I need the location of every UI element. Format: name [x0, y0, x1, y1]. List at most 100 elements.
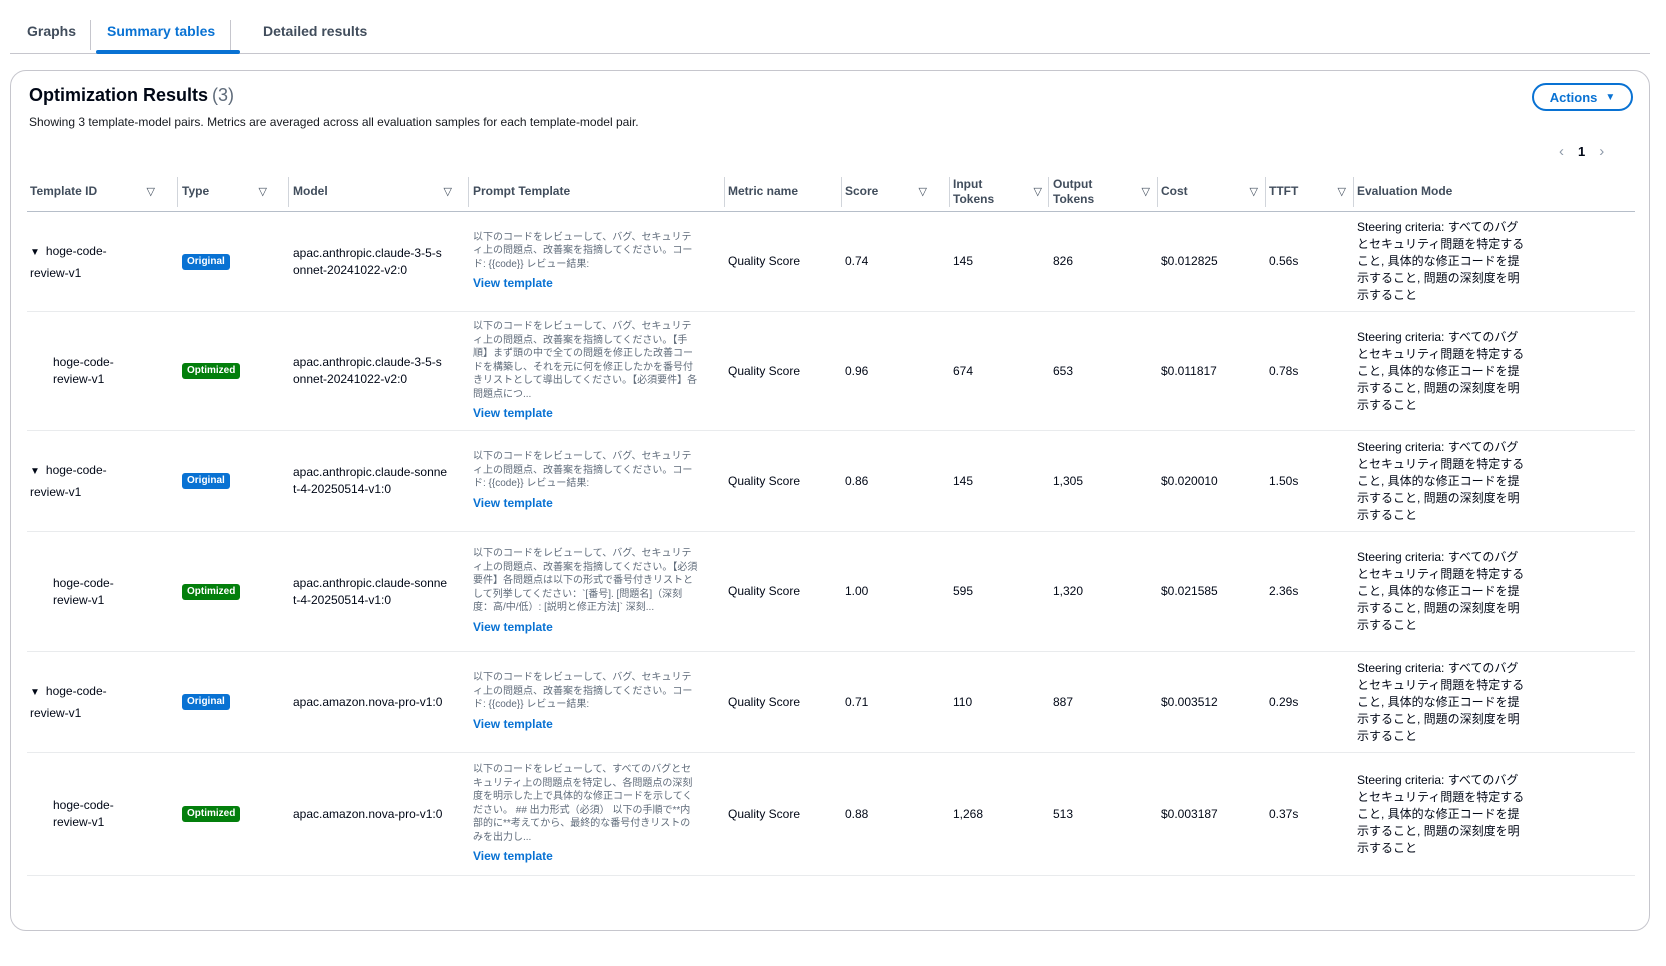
column-header-label: Model — [293, 184, 328, 198]
tab-graphs[interactable]: Graphs — [27, 14, 76, 54]
column-header-label: TTFT — [1269, 184, 1299, 198]
chevron-right-icon[interactable]: › — [1599, 143, 1604, 160]
prompt-preview: 以下のコードをレビューして、バグ、セキュリティ上の問題点、改善案を指摘してくださ… — [473, 231, 693, 270]
cell-prompt-template: 以下のコードをレビューして、バグ、セキュリティ上の問題点、改善案を指摘してくださ… — [473, 212, 713, 311]
caret-down-icon[interactable]: ▼ — [30, 687, 40, 698]
cell-input-tokens: 1,268 — [953, 806, 984, 821]
cell-evaluation-mode: Steering criteria: すべてのバグとセキュリティ問題を特定するこ… — [1357, 532, 1537, 651]
model-name: apac.amazon.nova-pro-v1:0 — [293, 694, 443, 709]
column-header-ttft[interactable]: TTFT ▽ — [1266, 171, 1354, 212]
template-id-text: hoge-code-review-v1 — [30, 243, 107, 280]
cell-prompt-template: 以下のコードをレビューして、バグ、セキュリティ上の問題点、改善案を指摘してくださ… — [473, 532, 713, 651]
column-header-template-id[interactable]: Template ID ▽ — [27, 171, 163, 212]
column-header-output-tokens[interactable]: Output Tokens ▽ — [1050, 171, 1158, 212]
sort-icon[interactable]: ▽ — [1250, 185, 1258, 200]
cell-output-tokens: 887 — [1053, 694, 1074, 709]
chevron-left-icon[interactable]: ‹ — [1559, 143, 1564, 160]
template-id-text: hoge-code-review-v1 — [30, 463, 107, 499]
cell-template-id: ▼ hoge-code-review-v1 — [27, 652, 163, 752]
view-template-link[interactable]: View template — [473, 495, 553, 512]
caret-down-icon[interactable]: ▼ — [30, 466, 40, 477]
cell-type: Original — [182, 652, 278, 752]
model-name: apac.anthropic.claude-3-5-sonnet-2024102… — [293, 245, 442, 277]
cell-score: 0.74 — [845, 254, 869, 268]
cell-ttft: 1.50s — [1269, 473, 1299, 488]
column-header-label: Type — [182, 184, 210, 198]
prompt-preview: 以下のコードをレビューして、すべてのバグとセキュリティ上の問題点を特定し、各問題… — [473, 764, 693, 843]
tab-divider — [230, 20, 231, 50]
cell-evaluation-mode: Steering criteria: すべてのバグとセキュリティ問題を特定するこ… — [1357, 312, 1537, 430]
template-id-text: hoge-code-review-v1 — [53, 798, 114, 829]
cell-template-id: hoge-code-review-v1 — [27, 312, 163, 430]
tab-divider — [90, 20, 91, 50]
actions-button[interactable]: Actions ▼ — [1532, 83, 1633, 111]
sort-icon[interactable]: ▽ — [1338, 185, 1346, 200]
model-name: apac.anthropic.claude-3-5-sonnet-2024102… — [293, 355, 442, 386]
table-row: ▼ hoge-code-review-v1 Original apac.amazon.… — [27, 652, 1635, 753]
view-template-link[interactable]: View template — [473, 848, 553, 865]
sort-icon[interactable]: ▽ — [919, 185, 927, 200]
type-badge: Original — [182, 694, 230, 710]
sort-icon[interactable]: ▽ — [259, 185, 267, 200]
evaluation-mode-text: Steering criteria: すべてのバグとセキュリティ問題を特定するこ… — [1357, 772, 1525, 855]
column-header-type[interactable]: Type ▽ — [179, 171, 275, 212]
column-divider — [288, 177, 289, 207]
cell-ttft: 2.36s — [1269, 584, 1299, 598]
view-template-link[interactable]: View template — [473, 619, 553, 636]
cell-input-tokens: 674 — [953, 363, 974, 378]
cell-ttft: 0.29s — [1269, 694, 1299, 709]
actions-label: Actions — [1549, 89, 1598, 105]
cell-ttft: 0.78s — [1269, 363, 1299, 378]
model-name: apac.amazon.nova-pro-v1:0 — [293, 806, 443, 821]
cell-model: apac.anthropic.claude-3-5-sonnet-2024102… — [293, 212, 453, 311]
column-header-score[interactable]: Score ▽ — [842, 171, 935, 212]
cell-cost: $0.021585 — [1161, 584, 1218, 598]
column-header-input-tokens[interactable]: Input Tokens ▽ — [950, 171, 1050, 212]
header-description: Showing 3 template-model pairs. Metrics … — [29, 115, 639, 129]
tab-detailed-results[interactable]: Detailed results — [263, 14, 367, 54]
column-divider — [841, 177, 842, 207]
column-header-prompt-template: Prompt Template — [470, 171, 722, 212]
cell-score: 0.86 — [845, 473, 869, 488]
active-tab-indicator — [96, 50, 240, 54]
caret-down-icon[interactable]: ▼ — [30, 247, 40, 258]
page-title: Optimization Results (3) — [29, 85, 234, 106]
column-header-cost[interactable]: Cost ▽ — [1158, 171, 1266, 212]
page-number[interactable]: 1 — [1578, 144, 1585, 159]
cell-input-tokens: 595 — [953, 584, 974, 598]
sort-icon[interactable]: ▽ — [147, 185, 155, 200]
cell-type: Optimized — [182, 532, 278, 651]
cell-metric-name: Quality Score — [728, 806, 801, 821]
cell-ttft: 0.37s — [1269, 806, 1299, 821]
view-template-link[interactable]: View template — [473, 405, 553, 422]
view-template-link[interactable]: View template — [473, 275, 553, 292]
results-container: Optimization Results (3) Showing 3 templa… — [10, 70, 1650, 931]
sort-icon[interactable]: ▽ — [444, 185, 452, 200]
cell-input-tokens: 110 — [953, 694, 973, 709]
cell-output-tokens: 513 — [1053, 806, 1074, 821]
model-name: apac.anthropic.claude-sonnet-4-20250514-… — [293, 575, 448, 607]
column-header-label: Input Tokens — [953, 176, 995, 206]
column-header-model[interactable]: Model ▽ — [290, 171, 460, 212]
cell-model: apac.amazon.nova-pro-v1:0 — [293, 652, 453, 752]
cell-template-id: ▼ hoge-code-review-v1 — [27, 212, 163, 311]
column-header-label: Score — [845, 184, 879, 198]
sort-icon[interactable]: ▽ — [1034, 185, 1042, 200]
cell-cost: $0.011817 — [1161, 363, 1217, 378]
type-badge: Optimized — [182, 363, 241, 379]
table-row: hoge-code-review-v1 Optimized apac.amazon.… — [27, 753, 1635, 876]
cell-output-tokens: 653 — [1053, 363, 1074, 378]
evaluation-mode-text: Steering criteria: すべてのバグとセキュリティ問題を特定するこ… — [1357, 550, 1525, 632]
view-template-link[interactable]: View template — [473, 716, 553, 733]
table-row: ▼ hoge-code-review-v1 Original apac.anthrop… — [27, 431, 1635, 532]
cell-score: 0.71 — [845, 694, 869, 709]
column-header-metric-name: Metric name — [725, 171, 840, 212]
sort-icon[interactable]: ▽ — [1142, 185, 1150, 200]
type-badge: Original — [182, 473, 230, 489]
evaluation-mode-text: Steering criteria: すべてのバグとセキュリティ問題を特定するこ… — [1357, 660, 1525, 743]
tab-bar: Graphs Summary tables Detailed results — [10, 14, 1650, 54]
tab-summary-tables[interactable]: Summary tables — [107, 14, 215, 54]
column-divider — [724, 177, 725, 207]
template-id-text: hoge-code-review-v1 — [30, 684, 107, 720]
cell-type: Optimized — [182, 753, 278, 875]
